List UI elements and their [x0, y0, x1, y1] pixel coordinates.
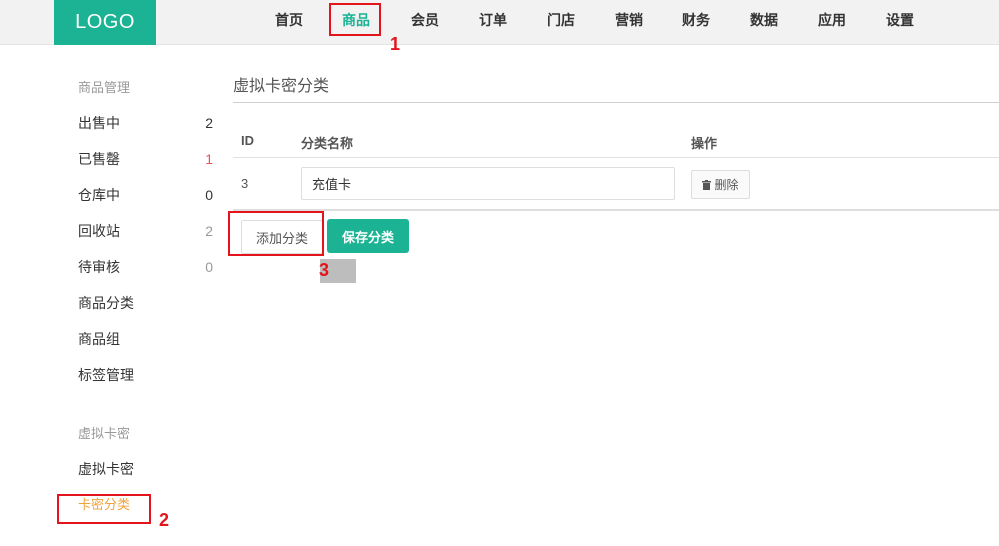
nav-apps[interactable]: 应用 [818, 0, 846, 45]
sidebar-item-label: 仓库中 [78, 187, 120, 203]
delete-button-label: 删除 [714, 178, 739, 192]
nav-settings[interactable]: 设置 [886, 0, 914, 45]
trash-icon [702, 179, 712, 190]
sidebar-item-recycle-bin[interactable]: 回收站 2 [78, 221, 218, 241]
sidebar-group-title-virtual-cards: 虚拟卡密 [78, 426, 131, 441]
sidebar-item-sold-out[interactable]: 已售罄 1 [78, 149, 218, 169]
sidebar-item-label: 商品分类 [78, 295, 134, 311]
column-header-id: ID [241, 133, 254, 148]
sidebar-item-pending-review[interactable]: 待审核 0 [78, 257, 218, 277]
nav-home[interactable]: 首页 [275, 0, 303, 45]
sidebar-item-count: 2 [205, 115, 213, 131]
annotation-number-1: 1 [390, 34, 401, 54]
annotation-box-2 [57, 494, 151, 524]
sidebar-item-label: 商品组 [78, 331, 120, 347]
column-header-actions: 操作 [691, 136, 718, 151]
save-category-button[interactable]: 保存分类 [327, 219, 409, 253]
nav-data[interactable]: 数据 [750, 0, 778, 45]
table-header-divider [233, 157, 999, 158]
sidebar-item-tag-management[interactable]: 标签管理 [78, 365, 218, 385]
annotation-number-2: 2 [159, 510, 170, 530]
table-bottom-divider [233, 209, 999, 211]
sidebar-item-count: 1 [205, 151, 213, 167]
sidebar-item-label: 待审核 [78, 259, 120, 275]
sidebar-item-label: 出售中 [78, 115, 120, 131]
logo[interactable]: LOGO [54, 0, 156, 45]
sidebar-item-warehouse[interactable]: 仓库中 0 [78, 185, 218, 205]
annotation-box-1 [329, 3, 381, 36]
sidebar-group-title-products: 商品管理 [78, 80, 131, 95]
sidebar-item-product-category[interactable]: 商品分类 [78, 293, 218, 313]
nav-stores[interactable]: 门店 [547, 0, 575, 45]
nav-members[interactable]: 会员 [411, 0, 439, 45]
title-divider [233, 102, 999, 103]
page-title: 虚拟卡密分类 [233, 78, 330, 95]
nav-finance[interactable]: 财务 [682, 0, 710, 45]
sidebar-item-label: 已售罄 [78, 151, 120, 167]
top-nav-bar: LOGO 首页 商品 会员 订单 门店 营销 财务 数据 应用 设置 [0, 0, 999, 45]
nav-marketing[interactable]: 营销 [615, 0, 643, 45]
category-name-input[interactable] [301, 167, 675, 200]
sidebar-item-virtual-cards[interactable]: 虚拟卡密 [78, 459, 218, 479]
sidebar-item-count: 2 [205, 223, 213, 239]
delete-button[interactable]: 删除 [691, 170, 750, 199]
sidebar-item-label: 回收站 [78, 223, 120, 239]
column-header-name: 分类名称 [301, 136, 354, 151]
sidebar-item-label: 标签管理 [78, 367, 134, 383]
table-cell-id: 3 [241, 176, 249, 191]
sidebar-item-label: 虚拟卡密 [78, 461, 134, 477]
annotation-box-3 [228, 211, 324, 256]
sidebar-item-count: 0 [205, 259, 213, 275]
annotation-number-3: 3 [319, 260, 330, 280]
sidebar-item-product-group[interactable]: 商品组 [78, 329, 218, 349]
nav-orders[interactable]: 订单 [479, 0, 507, 45]
sidebar-item-on-sale[interactable]: 出售中 2 [78, 113, 218, 133]
sidebar-item-count: 0 [205, 187, 213, 203]
